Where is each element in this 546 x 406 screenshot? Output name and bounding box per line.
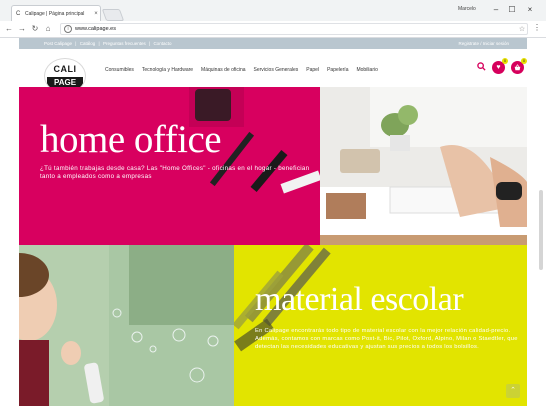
chevron-up-icon: ⌃ <box>510 387 516 394</box>
reload-icon[interactable]: ↻ <box>30 23 40 35</box>
main-navigation: Consumibles Tecnología y Hardware Máquin… <box>105 67 378 73</box>
top-link-faq[interactable]: Preguntas frecuentes <box>103 41 146 46</box>
nav-item-consumibles[interactable]: Consumibles <box>105 67 134 73</box>
nav-item-tecnologia[interactable]: Tecnología y Hardware <box>142 67 193 73</box>
site-top-strip: Post Calipage | Catálog | Preguntas frec… <box>19 38 527 49</box>
new-tab-button[interactable] <box>101 9 125 21</box>
logo-text-top: CALI <box>53 64 77 74</box>
wishlist-button[interactable]: ♥ 0 <box>492 58 508 74</box>
nav-item-papel[interactable]: Papel <box>306 67 319 73</box>
nav-item-mobiliario[interactable]: Mobiliario <box>356 67 377 73</box>
home-icon[interactable]: ⌂ <box>43 23 53 35</box>
pencils-photo <box>234 245 527 406</box>
header-icons: ♥ 0 0 <box>477 58 527 74</box>
cart-count-badge: 0 <box>521 58 527 64</box>
tab-title: Calipage | Página principal <box>25 10 85 17</box>
forward-arrow-icon[interactable]: → <box>17 23 27 35</box>
back-arrow-icon[interactable]: ← <box>4 23 14 35</box>
site-header: CALI PAGE Consumibles Tecnología y Hardw… <box>19 49 527 93</box>
top-link-contact[interactable]: Contacto <box>153 41 171 46</box>
top-link-separator: | <box>98 41 100 46</box>
top-links: Post Calipage | Catálog | Preguntas frec… <box>44 41 173 46</box>
url-text[interactable]: www.calipage.es <box>75 26 517 32</box>
page-favicon-icon: C <box>16 10 21 17</box>
scroll-to-top-button[interactable]: ⌃ <box>506 384 520 398</box>
basket-icon <box>514 64 521 73</box>
nav-item-servicios[interactable]: Servicios Generales <box>254 67 299 73</box>
home-office-text: ¿Tú también trabajas desde casa? Las "Ho… <box>40 165 310 180</box>
browser-tabstrip: C Calipage | Página principal × Marcelo … <box>0 0 546 21</box>
browser-menu-icon[interactable]: ⋮ <box>533 23 541 35</box>
search-icon[interactable] <box>477 61 486 74</box>
top-link-catalog[interactable]: Catálog <box>80 41 96 46</box>
address-bar[interactable]: i www.calipage.es ☆ <box>60 23 528 35</box>
material-escolar-photo-panel[interactable] <box>19 245 234 406</box>
bubbles-photo <box>19 245 234 406</box>
close-window-button[interactable]: × <box>523 4 537 16</box>
material-escolar-banner[interactable]: material escolar En Calipage encontrarás… <box>234 245 527 406</box>
register-login-link[interactable]: Registrate / Iniciar sesión <box>458 41 509 46</box>
browser-toolbar: ← → ↻ ⌂ i www.calipage.es ☆ <box>0 21 546 38</box>
cart-button[interactable]: 0 <box>511 58 527 74</box>
material-escolar-text: En Calipage encontrarás todo tipo de mat… <box>255 328 518 350</box>
nav-item-maquinas[interactable]: Máquinas de oficina <box>201 67 245 73</box>
home-office-photo-panel[interactable] <box>320 87 527 245</box>
tab-close-icon[interactable]: × <box>92 11 100 17</box>
minimize-button[interactable]: – <box>489 4 503 16</box>
maximize-button[interactable]: ☐ <box>505 4 519 16</box>
browser-tab[interactable]: C Calipage | Página principal × <box>11 5 101 21</box>
top-link-post[interactable]: Post Calipage <box>44 41 72 46</box>
top-link-separator: | <box>75 41 77 46</box>
bookmark-star-icon[interactable]: ☆ <box>517 25 527 33</box>
profile-name[interactable]: Marcelo <box>458 6 476 12</box>
desk-photo <box>320 87 527 245</box>
material-escolar-title: material escolar <box>255 281 464 318</box>
site-info-icon[interactable]: i <box>64 25 72 33</box>
home-office-title: home office <box>40 118 222 161</box>
heart-icon: ♥ <box>496 64 501 71</box>
page-scrollbar[interactable] <box>539 190 543 270</box>
nav-item-papeleria[interactable]: Papelería <box>327 67 348 73</box>
home-office-banner[interactable]: home office ¿Tú también trabajas desde c… <box>19 87 320 245</box>
wishlist-count-badge: 0 <box>502 58 508 64</box>
top-link-separator: | <box>149 41 151 46</box>
